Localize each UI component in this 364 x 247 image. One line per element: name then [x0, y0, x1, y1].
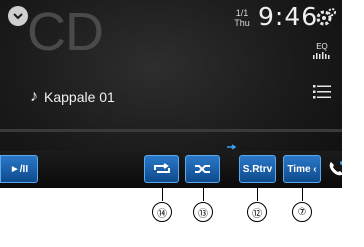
track-count: 1/1 Thu [231, 8, 253, 28]
callout-line-12 [257, 185, 258, 201]
music-note-icon: ♪ [30, 88, 38, 105]
source-menu-button[interactable] [8, 6, 28, 26]
progress-bar[interactable] [0, 129, 342, 132]
callout-line-13 [203, 185, 204, 201]
phone-icon [329, 161, 342, 176]
clock: 9:46 [258, 2, 319, 31]
gear-icon [316, 8, 336, 26]
source-name: CD [27, 2, 104, 62]
cd-screen: CD 1/1 Thu 9:46 EQ ♪ Kappale 01 ►/II S.R… [0, 0, 342, 188]
track-title: Kappale 01 [44, 89, 115, 105]
settings-button[interactable] [315, 7, 337, 34]
equalizer-icon [313, 52, 330, 59]
callout-7: ⑦ [292, 202, 312, 222]
chevron-down-icon [13, 13, 23, 20]
callout-12: ⑫ [247, 202, 267, 222]
callout-line-14 [162, 185, 163, 201]
time-display-button[interactable]: Time ‹ [283, 155, 321, 183]
list-icon [313, 85, 331, 99]
eq-label: EQ [316, 42, 328, 51]
phone-button[interactable] [326, 155, 342, 183]
day-of-week: Thu [234, 18, 250, 28]
sound-retriever-button[interactable]: S.Rtrv [239, 155, 276, 183]
play-pause-button[interactable]: ►/II [0, 155, 38, 183]
sound-retriever-label: S.Rtrv [242, 163, 273, 175]
list-button[interactable] [313, 84, 331, 105]
track-title-row: ♪ Kappale 01 [30, 88, 115, 106]
shuffle-button[interactable] [185, 155, 220, 183]
repeat-button[interactable] [144, 155, 179, 183]
repeat-indicator-icon [227, 144, 236, 150]
track-number: 1/1 [235, 8, 249, 18]
callout-line-7 [302, 185, 303, 201]
callout-14: ⑭ [152, 202, 172, 222]
shuffle-icon [194, 165, 210, 173]
callout-13: ⑬ [193, 202, 213, 222]
repeat-icon [153, 163, 170, 173]
eq-button[interactable]: EQ [311, 42, 333, 64]
